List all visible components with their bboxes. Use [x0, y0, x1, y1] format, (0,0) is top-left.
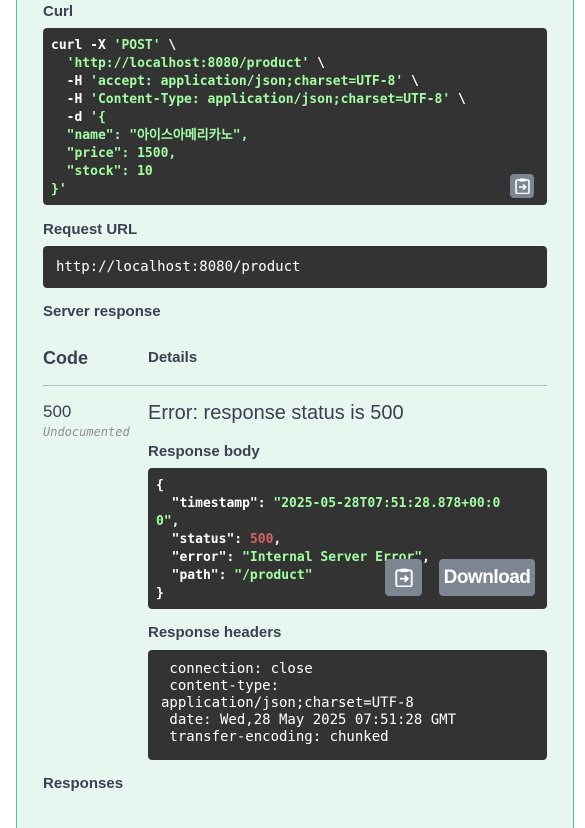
code-line: }' — [51, 181, 539, 199]
code-line: 'http://localhost:8080/product' \ — [51, 55, 539, 73]
code-line: { — [156, 477, 539, 495]
details-column-header: Details — [148, 349, 198, 366]
code-token: : — [218, 568, 235, 583]
code-line: 0", — [156, 513, 539, 531]
code-token: } — [156, 586, 164, 601]
code-token: 0" — [156, 514, 172, 529]
code-token: 500 — [249, 532, 274, 547]
code-token: : — [257, 496, 274, 511]
copy-response-button[interactable] — [385, 559, 422, 596]
code-line: curl -X 'POST' \ — [51, 37, 539, 55]
response-headers-label: Response headers — [148, 624, 282, 641]
code-line: "timestamp": "2025-05-28T07:51:28.878+00… — [156, 495, 539, 513]
header-line: content-type: — [161, 678, 280, 694]
code-token: : — [234, 532, 250, 547]
code-token: curl -X — [51, 38, 114, 53]
response-body-label: Response body — [148, 443, 260, 460]
server-response-label: Server response — [43, 303, 161, 320]
header-line: transfer-encoding: chunked — [161, 729, 389, 745]
code-line: "status": 500, — [156, 531, 539, 549]
code-token: 'POST' — [113, 38, 161, 53]
curl-code-block[interactable]: curl -X 'POST' \ 'http://localhost:8080/… — [43, 28, 547, 205]
code-token: 'http://localhost:8080/product' — [66, 56, 310, 71]
code-line: "price": 1500, — [51, 145, 539, 163]
code-token: , — [273, 532, 282, 547]
response-headers-code-block[interactable]: connection: close content-type: applicati… — [148, 650, 547, 760]
code-token: -H — [51, 74, 91, 89]
code-token: \ — [309, 56, 325, 71]
code-token: , — [171, 514, 180, 529]
code-token: { — [156, 478, 164, 493]
code-token: \ — [450, 92, 466, 107]
copy-curl-button[interactable] — [510, 174, 534, 198]
code-token: -H — [51, 92, 91, 107]
code-token: "name": "아이스아메리카노", — [51, 128, 249, 143]
code-token: \ — [403, 74, 419, 89]
download-button[interactable]: Download — [439, 559, 535, 596]
code-token: }' — [51, 182, 67, 197]
code-line: -H 'Content-Type: application/json;chars… — [51, 91, 539, 109]
code-token: "/product" — [234, 568, 313, 583]
clipboard-icon — [514, 178, 530, 194]
code-line: "name": "아이스아메리카노", — [51, 127, 539, 145]
code-token: \ — [160, 38, 177, 53]
responses-label: Responses — [43, 775, 124, 792]
code-token: 'accept: application/json;charset=UTF-8' — [90, 74, 404, 89]
code-column-header: Code — [43, 348, 88, 368]
code-token: "2025-05-28T07:51:28.878+00:0 — [273, 496, 501, 511]
code-token: , — [422, 550, 430, 565]
code-token: "stock": 10 — [51, 164, 153, 179]
response-undocumented-note: Undocumented — [43, 425, 130, 439]
code-token: "timestamp" — [156, 496, 258, 511]
clipboard-icon — [394, 568, 413, 587]
code-token: "price": 1500, — [51, 146, 177, 161]
code-token: "error" — [156, 550, 227, 565]
code-token: '{ — [90, 110, 106, 125]
code-token: : — [226, 550, 243, 565]
header-line: application/json;charset=UTF-8 — [161, 695, 414, 711]
error-title: Error: response status is 500 — [148, 402, 404, 424]
code-line: -d '{ — [51, 109, 539, 127]
request-url-value[interactable]: http://localhost:8080/product — [43, 246, 547, 288]
code-token: "status" — [156, 532, 235, 547]
code-line: "stock": 10 — [51, 163, 539, 181]
code-line: -H 'accept: application/json;charset=UTF… — [51, 73, 539, 91]
table-divider — [43, 385, 547, 386]
header-line: date: Wed,28 May 2025 07:51:28 GMT — [161, 712, 457, 728]
header-line: connection: close — [161, 661, 313, 677]
curl-label: Curl — [43, 3, 73, 20]
code-token: -d — [51, 110, 91, 125]
request-url-label: Request URL — [43, 221, 138, 238]
response-status-code: 500 — [43, 402, 72, 421]
code-token: 'Content-Type: application/json;charset=… — [90, 92, 451, 107]
code-token: "path" — [156, 568, 219, 583]
